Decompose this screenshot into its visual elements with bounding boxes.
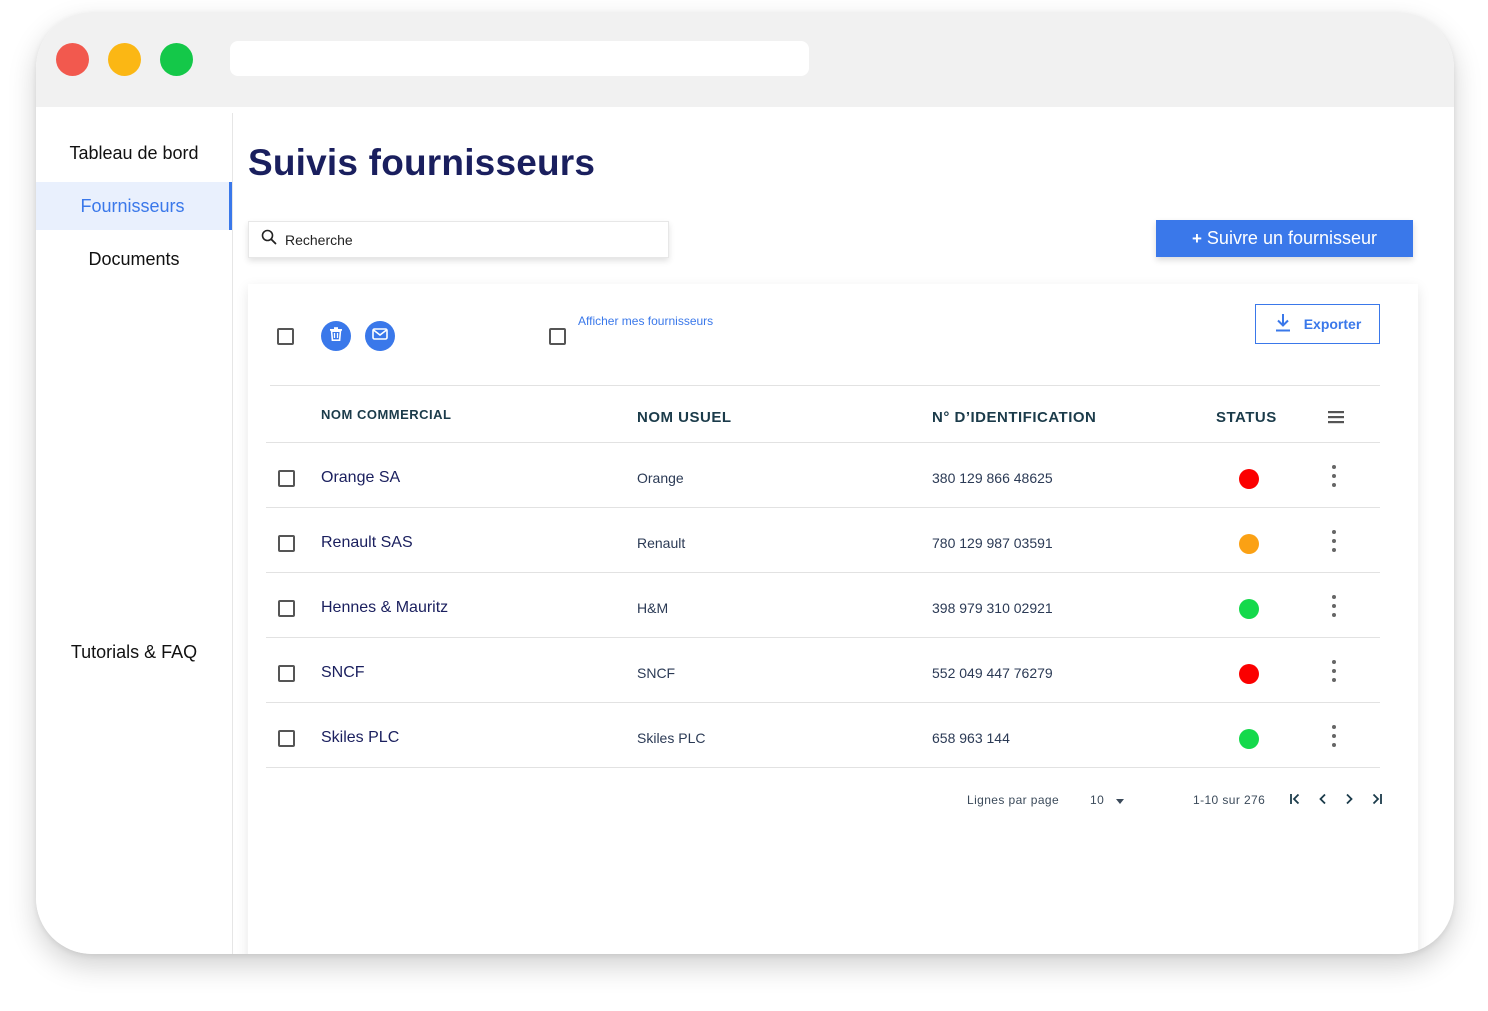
delete-button[interactable] — [321, 321, 351, 351]
title-bar — [36, 12, 1454, 107]
status-indicator — [1239, 729, 1259, 749]
status-indicator — [1239, 664, 1259, 684]
row-actions-icon[interactable] — [1326, 530, 1342, 556]
header-commercial-name[interactable]: NOM COMMERCIAL — [321, 407, 452, 422]
commercial-name-cell: Renault SAS — [321, 534, 413, 551]
suppliers-card: Afficher mes fournisseurs Exporter NOM C… — [248, 284, 1418, 954]
search-input[interactable] — [285, 231, 645, 248]
header-usual-name[interactable]: NOM USUEL — [637, 409, 732, 426]
row-actions-icon[interactable] — [1326, 465, 1342, 491]
usual-name-cell: Renault — [637, 535, 686, 551]
commercial-name-cell: Hennes & Mauritz — [321, 599, 449, 616]
sidebar-item-dashboard[interactable]: Tableau de bord — [36, 129, 232, 177]
caret-down-icon — [1116, 791, 1125, 809]
status-indicator — [1239, 599, 1259, 619]
follow-supplier-label: Suivre un fournisseur — [1206, 228, 1378, 248]
search-box[interactable] — [248, 221, 669, 258]
table-row[interactable]: Hennes & Mauritz H&M 398 979 310 02921 — [266, 573, 1380, 638]
follow-supplier-button[interactable]: + Suivre un fournisseur — [1156, 220, 1413, 257]
row-checkbox[interactable] — [278, 665, 295, 682]
row-checkbox[interactable] — [278, 730, 295, 747]
identification-cell: 780 129 987 03591 — [932, 535, 1053, 551]
usual-name-cell: Skiles PLC — [637, 730, 706, 746]
show-mine-checkbox[interactable] — [549, 328, 566, 345]
identification-cell: 398 979 310 02921 — [932, 600, 1053, 616]
row-checkbox[interactable] — [278, 470, 295, 487]
page-title: Suivis fournisseurs — [248, 142, 596, 183]
toolbar-divider — [270, 385, 1380, 386]
maximize-window-button[interactable] — [160, 43, 193, 76]
last-page-icon[interactable] — [1368, 790, 1386, 808]
usual-name-cell: SNCF — [637, 665, 676, 681]
show-mine-label[interactable]: Afficher mes fournisseurs — [578, 314, 713, 328]
rows-per-page-value: 10 — [1090, 793, 1105, 807]
header-identification[interactable]: N° D’IDENTIFICATION — [932, 409, 1096, 426]
usual-name-cell: H&M — [637, 600, 669, 616]
plus-icon: + — [1191, 228, 1202, 248]
rows-per-page-select[interactable]: 10 — [1090, 791, 1125, 809]
address-bar[interactable] — [230, 41, 809, 76]
status-indicator — [1239, 469, 1259, 489]
browser-window: Tableau de bord Fournisseurs Documents T… — [36, 12, 1454, 954]
download-icon — [1274, 313, 1304, 336]
commercial-name-cell: Orange SA — [321, 469, 401, 486]
identification-cell: 380 129 866 48625 — [932, 470, 1053, 486]
sidebar-item-documents[interactable]: Documents — [36, 235, 232, 283]
commercial-name-cell: SNCF — [321, 664, 365, 681]
row-actions-icon[interactable] — [1326, 595, 1342, 621]
table-row[interactable]: Orange SA Orange 380 129 866 48625 — [266, 443, 1380, 508]
sidebar: Tableau de bord Fournisseurs Documents T… — [36, 113, 233, 954]
previous-page-icon[interactable] — [1314, 790, 1332, 808]
row-actions-icon[interactable] — [1326, 660, 1342, 686]
export-button[interactable]: Exporter — [1255, 304, 1380, 344]
row-checkbox[interactable] — [278, 600, 295, 617]
sidebar-item-tutorials-faq[interactable]: Tutorials & FAQ — [36, 628, 232, 676]
pagination-range: 1-10 sur 276 — [1193, 793, 1266, 807]
close-window-button[interactable] — [56, 43, 89, 76]
table-row[interactable]: Skiles PLC Skiles PLC 658 963 144 — [266, 703, 1380, 768]
mail-icon — [372, 327, 388, 346]
next-page-icon[interactable] — [1340, 790, 1358, 808]
export-label: Exporter — [1303, 316, 1362, 332]
usual-name-cell: Orange — [637, 470, 684, 486]
column-menu-icon[interactable] — [1328, 410, 1344, 424]
row-checkbox[interactable] — [278, 535, 295, 552]
header-status[interactable]: STATUS — [1216, 409, 1277, 426]
first-page-icon[interactable] — [1286, 790, 1304, 808]
search-icon — [261, 229, 277, 250]
identification-cell: 552 049 447 76279 — [932, 665, 1053, 681]
select-all-checkbox[interactable] — [277, 328, 294, 345]
minimize-window-button[interactable] — [108, 43, 141, 76]
trash-icon — [328, 326, 344, 347]
rows-per-page-label: Lignes par page — [967, 793, 1060, 807]
table-row[interactable]: SNCF SNCF 552 049 447 76279 — [266, 638, 1380, 703]
email-button[interactable] — [365, 321, 395, 351]
identification-cell: 658 963 144 — [932, 730, 1010, 746]
commercial-name-cell: Skiles PLC — [321, 729, 400, 746]
row-actions-icon[interactable] — [1326, 725, 1342, 751]
sidebar-item-suppliers[interactable]: Fournisseurs — [36, 182, 232, 230]
status-indicator — [1239, 534, 1259, 554]
table-row[interactable]: Renault SAS Renault 780 129 987 03591 — [266, 508, 1380, 573]
